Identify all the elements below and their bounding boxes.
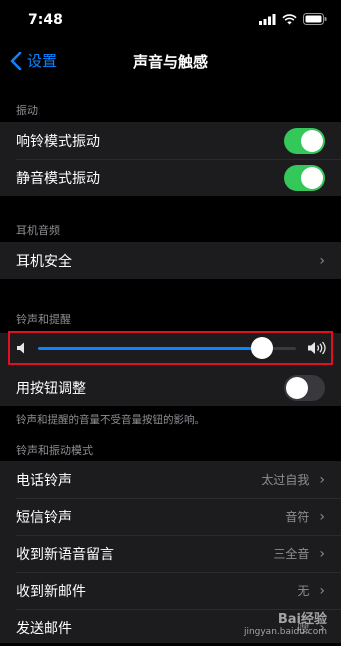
ring-vibrate-toggle[interactable] bbox=[284, 127, 325, 154]
row-label: 发送邮件 bbox=[16, 620, 72, 637]
toggle-knob bbox=[301, 166, 323, 189]
ringer-footer-note: 铃声和提醒的音量不受音量按钮的影响。 bbox=[16, 414, 205, 426]
section-header-vibration: 振动 bbox=[16, 104, 38, 117]
toggle-knob bbox=[301, 129, 323, 152]
status-time: 7:48 bbox=[28, 12, 63, 28]
speaker-high-icon bbox=[308, 341, 326, 355]
row-ring-vibrate[interactable]: 响铃模式振动 bbox=[0, 122, 341, 159]
chevron-right-icon: › bbox=[319, 252, 325, 269]
chevron-right-icon: › bbox=[319, 508, 325, 525]
row-label: 耳机安全 bbox=[16, 253, 72, 270]
row-value: 三全音 bbox=[273, 547, 310, 561]
row-value: 太过自我 bbox=[261, 473, 310, 487]
row-label: 用按钮调整 bbox=[16, 380, 86, 397]
signal-icon bbox=[259, 13, 276, 25]
ringer-volume-slider[interactable] bbox=[38, 337, 296, 359]
change-with-buttons-toggle[interactable] bbox=[284, 374, 325, 401]
chevron-right-icon: › bbox=[319, 471, 325, 488]
slider-fill bbox=[38, 347, 262, 350]
watermark-brand: Bai经验 bbox=[277, 612, 327, 627]
row-label: 响铃模式振动 bbox=[16, 133, 100, 150]
toggle-knob bbox=[286, 376, 308, 399]
nav-bar: 设置 声音与触感 bbox=[0, 38, 341, 82]
silent-vibrate-toggle[interactable] bbox=[284, 164, 325, 191]
battery-icon bbox=[303, 13, 327, 25]
row-silent-vibrate[interactable]: 静音模式振动 bbox=[0, 159, 341, 196]
watermark-url: jingyan.baidu.com bbox=[243, 627, 327, 637]
chevron-right-icon: › bbox=[319, 582, 325, 599]
row-label: 短信铃声 bbox=[16, 509, 72, 526]
row-label: 收到新邮件 bbox=[16, 583, 86, 600]
row-headphone-safety[interactable]: 耳机安全 › bbox=[0, 242, 341, 279]
section-header-ringer: 铃声和提醒 bbox=[16, 313, 71, 326]
watermark: Bai经验 jingyan.baidu.com bbox=[244, 608, 327, 637]
slider-thumb[interactable] bbox=[251, 337, 273, 359]
row-label: 电话铃声 bbox=[16, 472, 72, 489]
row-value: 无 bbox=[297, 584, 310, 598]
section-header-patterns: 铃声和振动模式 bbox=[16, 444, 93, 457]
group-vibration: 响铃模式振动 静音模式振动 bbox=[0, 122, 341, 196]
row-text-tone[interactable]: 短信铃声 音符 › bbox=[0, 498, 341, 535]
row-new-voicemail[interactable]: 收到新语音留言 三全音 › bbox=[0, 535, 341, 572]
group-headphones: 耳机安全 › bbox=[0, 242, 341, 279]
row-value: 音符 bbox=[285, 510, 310, 524]
row-label: 静音模式振动 bbox=[16, 170, 100, 187]
chevron-right-icon: › bbox=[319, 545, 325, 562]
group-change-with-buttons: 用按钮调整 bbox=[0, 369, 341, 406]
speaker-low-icon bbox=[17, 342, 24, 354]
row-label: 收到新语音留言 bbox=[16, 546, 114, 563]
wifi-icon bbox=[282, 13, 297, 24]
row-new-mail[interactable]: 收到新邮件 无 › bbox=[0, 572, 341, 609]
section-header-headphones: 耳机音频 bbox=[16, 224, 60, 237]
row-change-with-buttons[interactable]: 用按钮调整 bbox=[0, 369, 341, 406]
status-bar: 7:48 bbox=[0, 0, 341, 38]
row-ringtone[interactable]: 电话铃声 太过自我 › bbox=[0, 461, 341, 498]
page-title: 声音与触感 bbox=[132, 53, 208, 71]
